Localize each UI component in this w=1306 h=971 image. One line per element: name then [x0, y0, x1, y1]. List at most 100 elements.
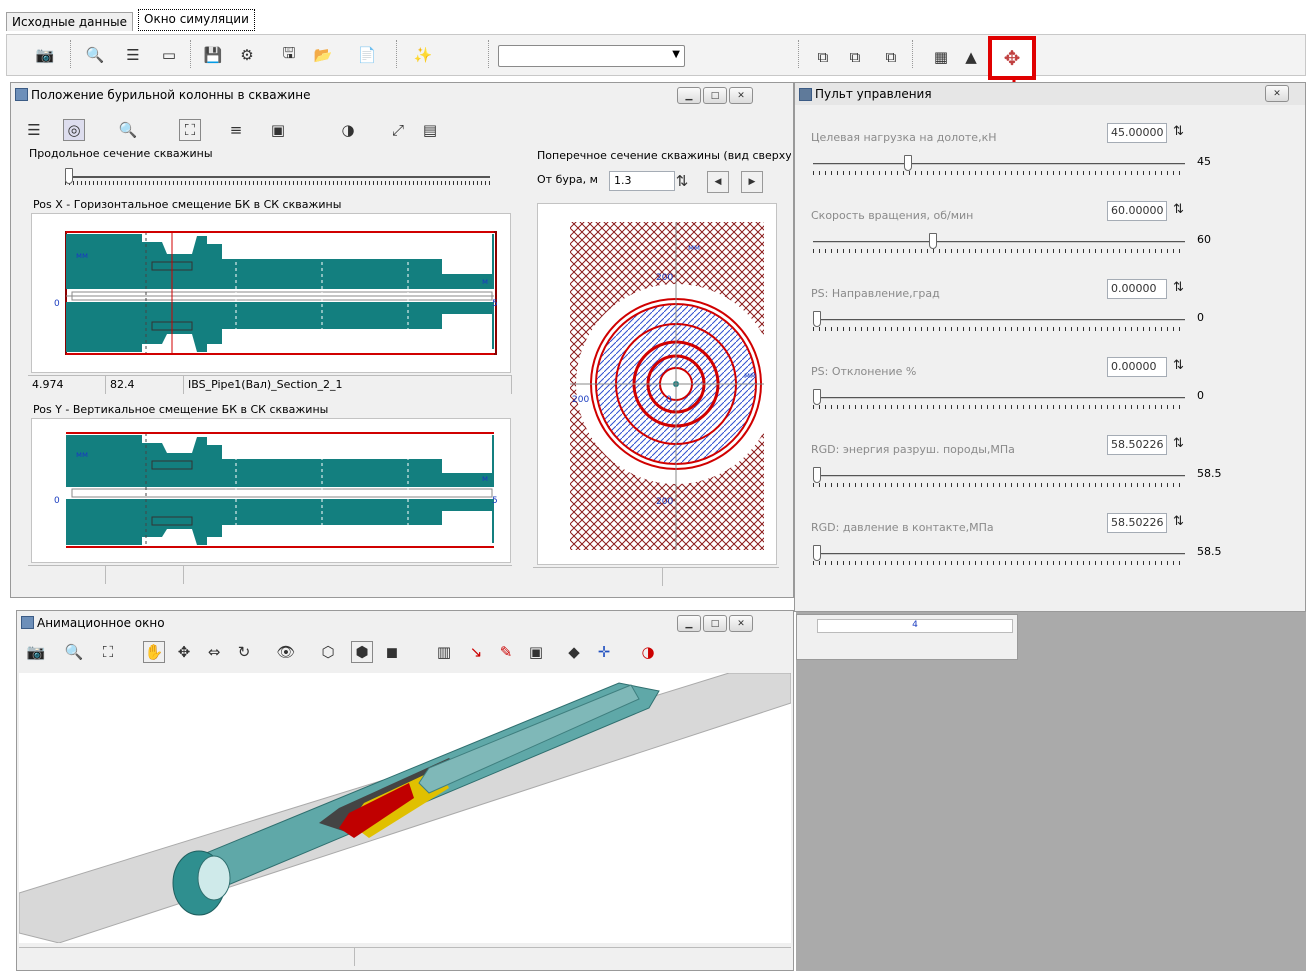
close-windows-icon[interactable]: ⧉ — [844, 46, 866, 68]
pen-icon[interactable]: ✎ — [495, 641, 517, 663]
status-cell — [28, 566, 106, 584]
long-section-slider-ticks — [65, 181, 490, 185]
maximize-button[interactable]: □ — [703, 615, 727, 632]
fit-icon[interactable]: ⛶ — [179, 119, 201, 141]
control-display-value: 58.5 — [1197, 467, 1222, 480]
graph-window-icon[interactable]: ▭ — [158, 44, 180, 66]
zoom-in-icon[interactable]: 🔍 — [63, 641, 85, 663]
magic-wand-icon[interactable]: ✨ — [412, 44, 434, 66]
control-slider-track[interactable] — [813, 397, 1185, 399]
control-slider-track[interactable] — [813, 319, 1185, 321]
spin-icon[interactable]: ⇅ — [1173, 358, 1191, 376]
cross-label-bottom: 200 — [656, 497, 673, 507]
control-slider-track[interactable] — [813, 163, 1185, 165]
wireframe-cube-icon[interactable]: ⬡ — [317, 641, 339, 663]
minimize-button[interactable]: ▁ — [677, 87, 701, 104]
table-icon[interactable]: ▦ — [930, 46, 952, 68]
pan-hand-icon[interactable]: ✋ — [143, 641, 165, 663]
rotate-lock-icon[interactable]: ↻ — [233, 641, 255, 663]
close-button[interactable]: ✕ — [729, 87, 753, 104]
pos-x-status: 4.974 82.4 IBS_Pipe1(Вал)_Section_2_1 — [28, 375, 512, 394]
control-label: RGD: давление в контакте,МПа — [811, 521, 994, 534]
spin-icon[interactable]: ⇅ — [1173, 280, 1191, 298]
long-section-slider-thumb[interactable] — [65, 168, 73, 184]
open-folder-icon[interactable]: 📂 — [312, 44, 334, 66]
paint-icon[interactable]: ◆ — [563, 641, 585, 663]
lines-icon[interactable]: ≡ — [225, 119, 247, 141]
cascade-windows-icon[interactable]: ⧉ — [812, 46, 834, 68]
layers-icon[interactable]: ☰ — [23, 119, 45, 141]
settings-model-icon[interactable]: ⚙ — [236, 44, 258, 66]
tab-input-data[interactable]: Исходные данные — [6, 12, 134, 31]
spin-icon[interactable]: ⇅ — [1173, 202, 1191, 220]
next-button[interactable]: ▶ — [741, 171, 763, 193]
animation-viewport[interactable] — [18, 672, 792, 944]
control-value-input[interactable]: 58.50226 — [1107, 513, 1167, 533]
camera-icon[interactable]: 📷 — [34, 44, 56, 66]
control-slider-track[interactable] — [813, 553, 1185, 555]
zoom-icon[interactable]: 🔍 — [117, 119, 139, 141]
spin-icon[interactable]: ⇅ — [1173, 436, 1191, 454]
table-view-icon[interactable]: ▤ — [419, 119, 441, 141]
solid-cube-icon[interactable]: ⬢ — [351, 641, 373, 663]
zoom-fit-icon[interactable]: ⛶ — [97, 641, 119, 663]
maximize-button[interactable]: □ — [703, 87, 727, 104]
control-slider-ticks — [813, 405, 1185, 409]
control-slider-thumb[interactable] — [904, 155, 912, 171]
status-value: 82.4 — [106, 376, 184, 394]
tab-simulation-window[interactable]: Окно симуляции — [138, 9, 255, 31]
frame-icon[interactable]: ▣ — [267, 119, 289, 141]
list-icon[interactable]: ☰ — [122, 44, 144, 66]
histogram-icon[interactable]: ▲ — [960, 46, 982, 68]
control-panel-window: Пульт управления ✕ Целевая нагрузка на д… — [794, 82, 1306, 612]
spin-icon[interactable]: ⇅ — [1173, 124, 1191, 142]
expand-icon[interactable]: ⤢ — [387, 119, 409, 141]
control-slider-thumb[interactable] — [813, 545, 821, 561]
report-icon[interactable]: 📄 — [356, 44, 378, 66]
control-slider-thumb[interactable] — [813, 467, 821, 483]
close-button[interactable]: ✕ — [729, 615, 753, 632]
minimize-button[interactable]: ▁ — [677, 615, 701, 632]
shaded-cube-icon[interactable]: ◼ — [381, 641, 403, 663]
eye-icon[interactable]: 👁 — [275, 641, 297, 663]
control-label: PS: Отклонение % — [811, 365, 917, 378]
control-panel-close-button[interactable]: ✕ — [1265, 85, 1289, 102]
save-icon[interactable]: 🖫 — [278, 44, 300, 66]
from-drill-input[interactable]: 1.3 — [609, 171, 675, 191]
rotate-icon[interactable]: ✥ — [173, 641, 195, 663]
axis-icon[interactable]: ✛ — [593, 641, 615, 663]
control-value-input[interactable]: 58.50226 — [1107, 435, 1167, 455]
prev-button[interactable]: ◀ — [707, 171, 729, 193]
control-slider-thumb[interactable] — [813, 389, 821, 405]
box-icon[interactable]: ▣ — [525, 641, 547, 663]
color-map-icon[interactable]: ◑ — [637, 641, 659, 663]
spin-icon[interactable]: ⇅ — [671, 170, 693, 192]
control-slider-thumb[interactable] — [813, 311, 821, 327]
toolbar-combo[interactable]: ▼ — [498, 45, 685, 67]
control-value-input[interactable]: 45.00000 — [1107, 123, 1167, 143]
drill-window-titlebar: Положение бурильной колонны в скважине ▁… — [11, 83, 793, 107]
control-display-value: 0 — [1197, 389, 1204, 402]
control-slider-thumb[interactable] — [929, 233, 937, 249]
chart-color-icon[interactable]: ◑ — [337, 119, 359, 141]
control-panel-icon[interactable]: ✥ — [988, 36, 1036, 80]
control-slider-track[interactable] — [813, 475, 1185, 477]
save-model-icon[interactable]: 💾 — [202, 44, 224, 66]
long-section-slider-track[interactable] — [65, 176, 490, 178]
tile-windows-icon[interactable]: ⧉ — [880, 46, 902, 68]
target-icon[interactable]: ◎ — [63, 119, 85, 141]
mirror-icon[interactable]: ⇔ — [203, 641, 225, 663]
control-value-input[interactable]: 0.00000 — [1107, 357, 1167, 377]
drill-window-title: Положение бурильной колонны в скважине — [31, 88, 311, 102]
control-slider-track[interactable] — [813, 241, 1185, 243]
camera-icon[interactable]: 📷 — [25, 641, 47, 663]
column-icon[interactable]: ▥ — [433, 641, 455, 663]
control-value-input[interactable]: 60.00000 — [1107, 201, 1167, 221]
long-section-label: Продольное сечение скважины — [27, 147, 215, 160]
control-value-input[interactable]: 0.00000 — [1107, 279, 1167, 299]
measure-icon[interactable]: ↘ — [465, 641, 487, 663]
zoom-window-icon[interactable]: 🔍 — [84, 44, 106, 66]
spin-icon[interactable]: ⇅ — [1173, 514, 1191, 532]
drill-string-window: Положение бурильной колонны в скважине ▁… — [10, 82, 794, 598]
cross-section-label: Поперечное сечение скважины (вид сверху) — [535, 149, 791, 162]
